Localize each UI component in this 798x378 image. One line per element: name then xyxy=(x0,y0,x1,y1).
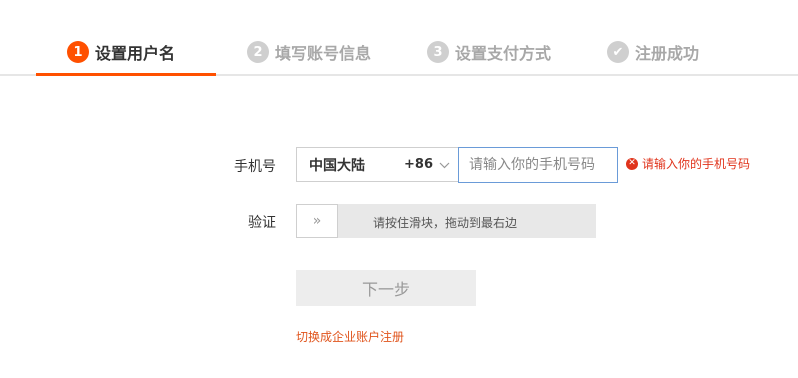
phone-error: ✕ 请输入你的手机号码 xyxy=(626,155,750,172)
active-step-underline xyxy=(36,73,216,76)
region-name: 中国大陆 xyxy=(309,157,365,174)
step-4: ✔ 注册成功 xyxy=(607,39,699,65)
error-icon: ✕ xyxy=(626,157,638,170)
step-number-badge: 3 xyxy=(427,41,449,63)
switch-enterprise-link[interactable]: 切换成企业账户注册 xyxy=(296,328,404,345)
phone-input[interactable] xyxy=(458,147,618,183)
step-3: 3 设置支付方式 xyxy=(427,39,551,65)
slider-hint: 请按住滑块，拖动到最右边 xyxy=(373,216,518,230)
check-icon: ✔ xyxy=(607,41,629,63)
step-progress-bar: 1 设置用户名 2 填写账号信息 3 设置支付方式 ✔ 注册成功 xyxy=(0,0,798,76)
slider-handle[interactable]: » xyxy=(296,204,338,238)
step-label: 注册成功 xyxy=(635,44,700,63)
double-chevron-right-icon: » xyxy=(312,213,322,229)
step-number-badge: 2 xyxy=(247,41,269,63)
region-select[interactable]: 中国大陆 +86 xyxy=(296,147,458,182)
step-number-badge: 1 xyxy=(67,41,89,63)
verify-label: 验证 xyxy=(248,215,276,231)
next-step-button[interactable]: 下一步 xyxy=(296,270,476,306)
error-message: 请输入你的手机号码 xyxy=(642,157,751,171)
step-label: 填写账号信息 xyxy=(275,44,372,63)
step-label: 设置支付方式 xyxy=(455,44,552,63)
chevron-down-icon xyxy=(439,158,450,172)
phone-label: 手机号 xyxy=(234,159,276,175)
step-2: 2 填写账号信息 xyxy=(247,39,371,65)
step-1: 1 设置用户名 xyxy=(67,39,175,65)
step-label: 设置用户名 xyxy=(95,44,176,63)
region-code: +86 xyxy=(404,157,433,172)
